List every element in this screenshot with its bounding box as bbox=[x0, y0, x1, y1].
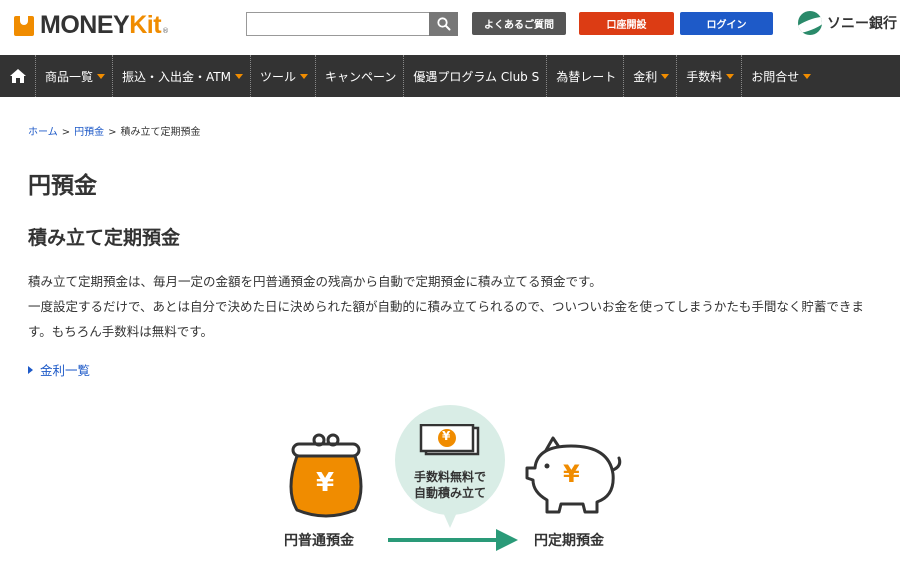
nav-item-label: 為替レート bbox=[556, 69, 617, 84]
arrow-right-icon bbox=[388, 529, 518, 551]
nav-home-button[interactable] bbox=[0, 55, 36, 97]
nav-item-label: キャンペーン bbox=[325, 69, 397, 84]
breadcrumb-current: 積み立て定期預金 bbox=[120, 127, 201, 138]
nav-item-label: お問合せ bbox=[751, 69, 800, 84]
moneykit-logo[interactable]: MONEYKit ® bbox=[14, 11, 169, 39]
piggy-yen-symbol: ¥ bbox=[563, 460, 580, 488]
interest-rate-list-link[interactable]: 金利一覧 bbox=[28, 360, 90, 379]
logo-text-kit: Kit bbox=[129, 10, 162, 39]
description-paragraph-1: 積み立て定期預金は、毎月一定の金額を円普通預金の残高から自動で定期預金に積み立て… bbox=[28, 274, 602, 289]
nav-item-club-s[interactable]: 優遇プログラム Club S bbox=[404, 55, 548, 97]
home-icon bbox=[9, 69, 26, 83]
sony-bank-logo[interactable]: ソニー銀行 bbox=[798, 11, 897, 35]
nav-item-transfer[interactable]: 振込・入出金・ATM bbox=[113, 55, 251, 97]
nav-item-campaign[interactable]: キャンペーン bbox=[316, 55, 405, 97]
breadcrumb-home-link[interactable]: ホーム bbox=[28, 127, 58, 138]
description: 積み立て定期預金は、毎月一定の金額を円普通預金の残高から自動で定期預金に積み立て… bbox=[28, 269, 884, 344]
section-title: 積み立て定期預金 bbox=[28, 227, 181, 249]
page-title: 円預金 bbox=[28, 173, 97, 199]
faq-button[interactable]: よくあるご質問 bbox=[472, 12, 566, 35]
logo-text-main: MONEY bbox=[40, 10, 130, 39]
chevron-down-icon bbox=[300, 73, 308, 79]
breadcrumb-separator: > bbox=[108, 127, 117, 138]
bills-yen-symbol: ¥ bbox=[442, 429, 451, 443]
nav-item-fx-rate[interactable]: 為替レート bbox=[547, 55, 625, 97]
nav-item-label: ツール bbox=[259, 69, 296, 84]
triangle-right-icon bbox=[28, 365, 33, 374]
nav-item-tools[interactable]: ツール bbox=[251, 55, 316, 97]
savings-flow-illustration: ¥ ¥ 手数料無料で 自動積み立て ¥ 円普通預金 円定期預金 bbox=[270, 400, 650, 564]
nav-item-label: 手数料 bbox=[686, 69, 723, 84]
purse-yen-symbol: ¥ bbox=[316, 468, 335, 498]
header: MONEYKit ® よくあるご質問 口座開設 ログイン ソニー銀行 bbox=[0, 0, 900, 54]
nav-item-label: 優遇プログラム Club S bbox=[413, 69, 540, 84]
chevron-down-icon bbox=[97, 73, 106, 79]
description-paragraph-2: 一度設定するだけで、あとは自分で決めた日に決められた額が自動的に積み立てられるの… bbox=[28, 299, 864, 339]
bank-name: ソニー銀行 bbox=[827, 16, 897, 32]
nav-item-label: 金利 bbox=[633, 69, 658, 84]
search-box bbox=[246, 12, 458, 36]
nav-item-products[interactable]: 商品一覧 bbox=[36, 55, 114, 97]
bubble-text: 手数料無料で 自動積み立て bbox=[395, 469, 505, 501]
chevron-down-icon bbox=[726, 73, 735, 79]
sony-bank-mark-icon bbox=[798, 11, 822, 35]
logo-text: MONEYKit bbox=[40, 10, 162, 40]
search-icon bbox=[436, 17, 450, 31]
nav-item-label: 振込・入出金・ATM bbox=[122, 69, 231, 84]
right-label: 円定期預金 bbox=[534, 533, 604, 549]
bubble-line-2: 自動積み立て bbox=[413, 486, 486, 500]
chevron-down-icon bbox=[803, 73, 812, 79]
breadcrumb: ホーム > 円預金 > 積み立て定期預金 bbox=[28, 123, 200, 138]
search-button[interactable] bbox=[429, 12, 458, 36]
search-input[interactable] bbox=[246, 12, 429, 36]
breadcrumb-parent-link[interactable]: 円預金 bbox=[74, 127, 104, 138]
open-account-button[interactable]: 口座開設 bbox=[579, 12, 674, 35]
global-nav: 商品一覧 振込・入出金・ATM ツール キャンペーン 優遇プログラム Club … bbox=[0, 55, 900, 97]
chevron-down-icon bbox=[661, 73, 670, 79]
bubble-line-1: 手数料無料で bbox=[413, 470, 486, 484]
nav-item-interest[interactable]: 金利 bbox=[624, 55, 678, 97]
moneykit-logo-icon bbox=[14, 14, 36, 36]
nav-item-fees[interactable]: 手数料 bbox=[677, 55, 743, 97]
chevron-down-icon bbox=[234, 73, 243, 79]
left-label: 円普通預金 bbox=[284, 533, 354, 549]
nav-item-label: 商品一覧 bbox=[45, 69, 94, 84]
breadcrumb-separator: > bbox=[61, 127, 71, 138]
nav-item-contact[interactable]: お問合せ bbox=[742, 55, 818, 97]
login-button[interactable]: ログイン bbox=[680, 12, 773, 35]
interest-rate-list-label: 金利一覧 bbox=[40, 363, 91, 378]
logo-registered-mark: ® bbox=[162, 27, 170, 35]
